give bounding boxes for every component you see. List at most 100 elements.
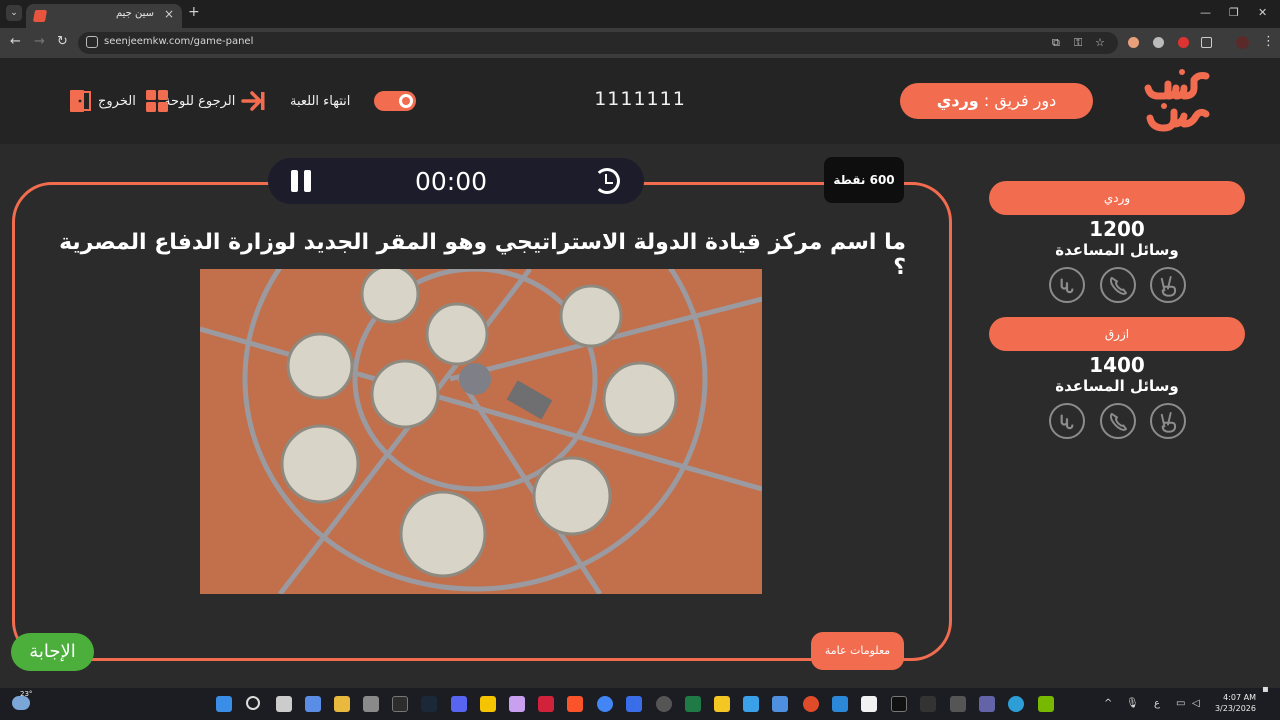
start-icon[interactable]: [216, 696, 232, 712]
copilot-icon[interactable]: [305, 696, 321, 712]
github-icon[interactable]: [656, 696, 672, 712]
adblock-extension-icon[interactable]: [1178, 37, 1189, 48]
search-icon[interactable]: [246, 696, 260, 710]
site-info-icon[interactable]: [86, 36, 98, 48]
category-button[interactable]: معلومات عامة: [811, 632, 904, 670]
address-bar[interactable]: seenjeemkw.com/game-panel ⧉ ⚿ ☆: [78, 32, 1118, 54]
two-answers-icon[interactable]: [1049, 403, 1085, 439]
reload-icon[interactable]: ↻: [57, 34, 68, 49]
network-icon[interactable]: ▭: [1176, 698, 1185, 709]
settings-icon[interactable]: [363, 696, 379, 712]
browser-menu-icon[interactable]: ⋮: [1262, 34, 1275, 49]
turn-label: دور فريق :: [983, 91, 1057, 110]
seen-jeem-logo: [1144, 69, 1210, 132]
answer-button[interactable]: الإجابة: [11, 633, 94, 671]
url-text[interactable]: seenjeemkw.com/game-panel: [104, 36, 253, 47]
team-card: ازرق 1400 وسائل المساعدة: [989, 317, 1245, 447]
nvidia-icon[interactable]: [1038, 696, 1054, 712]
team-name: ازرق: [989, 317, 1245, 351]
password-key-icon[interactable]: ⚿: [1074, 36, 1082, 50]
arrow-right-icon: [241, 91, 265, 111]
app-icon[interactable]: [920, 696, 936, 712]
file-explorer-icon[interactable]: [334, 696, 350, 712]
shield-extension-icon[interactable]: [1153, 37, 1164, 48]
back-to-board-button[interactable]: الرجوع للوحة: [164, 89, 265, 113]
team-card: وردي 1200 وسائل المساعدة: [989, 181, 1245, 311]
question-image: [200, 269, 762, 594]
extension-icon[interactable]: [1128, 37, 1139, 48]
close-tab-icon[interactable]: ×: [164, 7, 174, 21]
back-to-board-label[interactable]: الرجوع للوحة: [164, 94, 235, 109]
profile-avatar-icon[interactable]: [1236, 36, 1249, 49]
teams-icon[interactable]: [979, 696, 995, 712]
weather-icon[interactable]: [12, 696, 30, 710]
timer-bar: 00:00: [268, 158, 644, 204]
peace-hand-icon[interactable]: [1150, 403, 1186, 439]
two-answers-icon[interactable]: [1049, 267, 1085, 303]
end-game-switch[interactable]: [374, 91, 416, 111]
windows-taskbar: 23° ^ 🎙 ع ▭ ◁ 4:07 AM 3/23/2026 ▪: [0, 684, 1280, 720]
excel-icon[interactable]: [685, 696, 701, 712]
browser-tab-bar: ⌄ سين جيم × + — ❐ ✕: [0, 0, 1280, 28]
input-language[interactable]: ع: [1154, 698, 1160, 709]
ea-icon[interactable]: [538, 696, 554, 712]
app-icon[interactable]: [891, 696, 907, 712]
steam-icon[interactable]: [421, 696, 437, 712]
rockstar-icon[interactable]: [480, 696, 496, 712]
end-game-toggle[interactable]: [374, 89, 416, 113]
phone-call-icon[interactable]: [1100, 403, 1136, 439]
notification-icon[interactable]: ▪: [1262, 684, 1269, 695]
site-favicon-icon: [32, 10, 48, 22]
help-tools-row: [989, 403, 1245, 447]
vscode-icon[interactable]: [626, 696, 642, 712]
turn-team-name: وردي: [936, 91, 979, 110]
discord-icon[interactable]: [451, 696, 467, 712]
game-code: 1111111: [594, 88, 686, 110]
microphone-icon[interactable]: 🎙: [1126, 698, 1139, 709]
app-icon[interactable]: [509, 696, 525, 712]
app-icon[interactable]: [1008, 696, 1024, 712]
peace-hand-icon[interactable]: [1150, 267, 1186, 303]
brave-icon[interactable]: [567, 696, 583, 712]
forward-icon[interactable]: →: [34, 34, 45, 49]
extensions-puzzle-icon[interactable]: [1201, 37, 1212, 48]
task-view-icon[interactable]: [276, 696, 292, 712]
app-icon[interactable]: [803, 696, 819, 712]
phone-call-icon[interactable]: [1100, 267, 1136, 303]
browser-tab[interactable]: سين جيم ×: [26, 4, 182, 28]
timer-display: 00:00: [414, 167, 488, 196]
app-icon[interactable]: [772, 696, 788, 712]
app-icon[interactable]: [832, 696, 848, 712]
current-turn-pill: دور فريق : وردي: [900, 83, 1093, 119]
clock[interactable]: 4:07 AM 3/23/2026: [1212, 692, 1256, 714]
tray-chevron-icon[interactable]: ^: [1104, 698, 1112, 709]
translate-icon[interactable]: ⧉: [1052, 36, 1060, 50]
clock-date: 3/23/2026: [1214, 704, 1256, 713]
app-icon[interactable]: [714, 696, 730, 712]
exit-button[interactable]: الخروج: [68, 89, 136, 113]
close-window-icon[interactable]: ✕: [1258, 6, 1267, 19]
minimize-icon[interactable]: —: [1200, 6, 1211, 19]
volume-icon[interactable]: ◁: [1192, 698, 1200, 709]
app-icon[interactable]: [950, 696, 966, 712]
restart-timer-icon[interactable]: [594, 168, 620, 194]
team-name: وردي: [989, 181, 1245, 215]
end-game-label-wrap[interactable]: انتهاء اللعبة: [290, 89, 350, 113]
restore-icon[interactable]: ❐: [1229, 6, 1239, 19]
exit-label[interactable]: الخروج: [98, 94, 136, 109]
epic-games-icon[interactable]: [392, 696, 408, 712]
pause-icon[interactable]: [290, 170, 312, 192]
notepad-icon[interactable]: [861, 696, 877, 712]
photos-icon[interactable]: [743, 696, 759, 712]
game-header: دور فريق : وردي 1111111 انتهاء اللعبة ال…: [0, 58, 1280, 144]
team-score: 1200: [1089, 217, 1145, 241]
tab-search-icon[interactable]: ⌄: [6, 5, 22, 21]
bookmark-star-icon[interactable]: ☆: [1095, 36, 1105, 49]
tab-title: سين جيم: [115, 8, 154, 19]
new-tab-icon[interactable]: +: [188, 4, 200, 20]
end-game-label[interactable]: انتهاء اللعبة: [290, 94, 350, 109]
chrome-icon[interactable]: [597, 696, 613, 712]
back-icon[interactable]: ←: [10, 34, 21, 49]
board-grid-icon-wrap[interactable]: [146, 89, 168, 113]
grid-icon: [146, 90, 168, 112]
